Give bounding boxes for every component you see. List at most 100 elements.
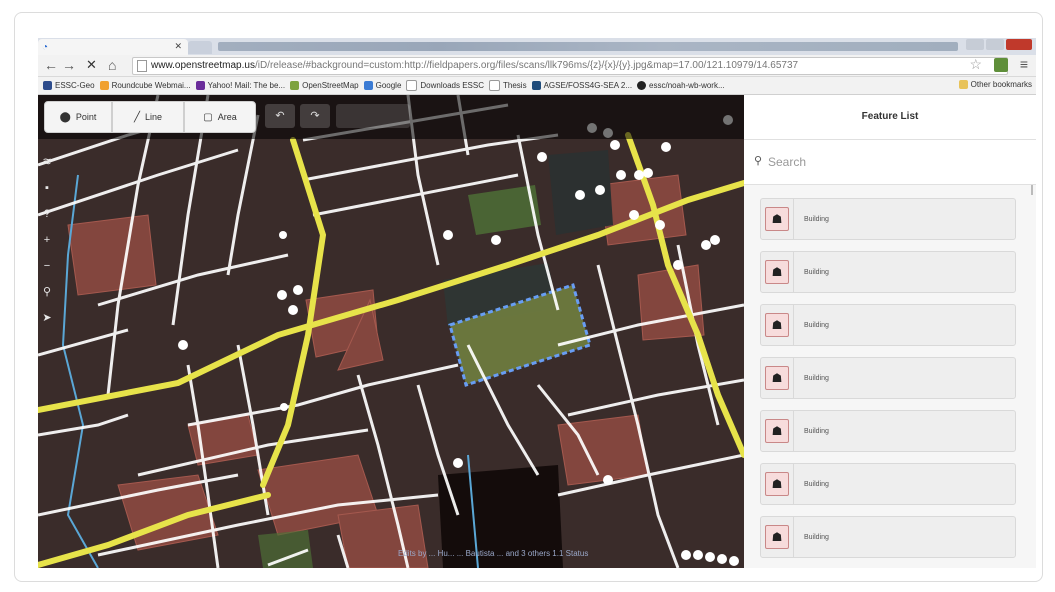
feature-label: Building <box>804 427 829 435</box>
add-line-button[interactable]: ╱ Line <box>112 101 184 133</box>
other-bookmarks[interactable]: Other bookmarks <box>958 80 1032 89</box>
bookmark-item[interactable]: OpenStreetMap <box>290 81 359 90</box>
close-window-button[interactable] <box>1006 39 1032 50</box>
bookmark-label: essc/noah-wb-work... <box>649 81 725 90</box>
extension-icon[interactable] <box>994 58 1008 72</box>
bookmark-label: OpenStreetMap <box>302 81 359 90</box>
bookmark-item[interactable]: AGSE/FOSS4G-SEA 2... <box>531 81 632 90</box>
feature-list: ☗ Building ☗ Building ☗ Building ☗ Build… <box>760 198 1016 568</box>
home-button[interactable]: ⌂ <box>108 57 116 73</box>
browser-window: ◔ ✕ ← → ✕ ⌂ www.openstreetmap.us/iD/rele… <box>38 38 1036 568</box>
maximize-button[interactable] <box>986 39 1004 50</box>
bookmark-favicon <box>406 80 418 91</box>
add-point-button[interactable]: ⬤ Point <box>44 101 112 133</box>
building-icon: ☗ <box>765 313 789 337</box>
bookmark-item[interactable]: Thesis <box>489 80 527 91</box>
search-input[interactable] <box>766 150 1010 174</box>
back-button[interactable]: ← <box>44 57 58 73</box>
feature-list-item[interactable]: ☗ Building <box>760 251 1016 293</box>
area-icon: ▢ <box>203 111 213 123</box>
scrollbar[interactable] <box>1031 185 1033 195</box>
window-controls <box>966 39 1032 50</box>
search-map-icon[interactable]: ⚲ <box>40 285 54 299</box>
address-host: www.openstreetmap.us <box>151 60 255 71</box>
feature-list-item[interactable]: ☗ Building <box>760 198 1016 240</box>
zoom-out-button[interactable]: − <box>40 259 54 273</box>
map-canvas[interactable]: ⬤ Point ╱ Line ▢ Area ↶ ↷ ≋ ▪ ? + − ⚲ ➤ … <box>38 95 744 568</box>
bookmark-item[interactable]: essc/noah-wb-work... <box>637 81 725 90</box>
bookmark-favicon <box>43 81 52 90</box>
building-icon: ☗ <box>765 260 789 284</box>
close-tab-icon[interactable]: ✕ <box>174 41 182 52</box>
new-tab-button[interactable] <box>188 41 212 54</box>
menu-icon[interactable]: ≡ <box>1020 56 1028 72</box>
feature-list-item[interactable]: ☗ Building <box>760 516 1016 558</box>
point-icon: ⬤ <box>59 111 71 123</box>
other-bookmarks-label: Other bookmarks <box>970 80 1032 89</box>
bookmark-favicon <box>195 81 205 90</box>
editor-toolbar: ⬤ Point ╱ Line ▢ Area ↶ ↷ <box>38 95 744 139</box>
map-controls: ≋ ▪ ? + − ⚲ ➤ <box>40 155 54 325</box>
bookmark-label: Google <box>375 81 402 90</box>
feature-list-sidebar: Feature List ⚲ ☗ Building ☗ Building ☗ B… <box>744 95 1036 568</box>
building-icon: ☗ <box>765 207 789 231</box>
point-label: Point <box>75 112 97 122</box>
feature-label: Building <box>804 321 829 329</box>
feature-list-item[interactable]: ☗ Building <box>760 463 1016 505</box>
stop-button[interactable]: ✕ <box>86 57 97 73</box>
feature-icon-box: ☗ <box>761 305 794 345</box>
bookmark-star-icon[interactable]: ☆ <box>969 56 982 73</box>
feature-icon-box: ☗ <box>761 517 794 557</box>
map-data-icon[interactable]: ▪ <box>40 181 54 195</box>
bookmark-label: Yahoo! Mail: The be... <box>207 81 286 90</box>
browser-toolbar: ← → ✕ ⌂ www.openstreetmap.us/iD/release/… <box>38 55 1036 77</box>
feature-list-item[interactable]: ☗ Building <box>760 357 1016 399</box>
github-icon <box>637 81 647 90</box>
forward-button[interactable]: → <box>62 57 76 73</box>
folder-icon <box>958 80 968 89</box>
redo-icon: ↷ <box>310 110 320 122</box>
minimize-button[interactable] <box>966 39 984 50</box>
bookmark-label: Thesis <box>503 81 527 90</box>
bookmark-favicon <box>489 80 500 91</box>
add-feature-modes: ⬤ Point ╱ Line ▢ Area <box>44 101 256 133</box>
bookmark-item[interactable]: ESSC-Geo <box>43 81 95 90</box>
zoom-in-button[interactable]: + <box>40 233 54 247</box>
save-button[interactable] <box>336 104 410 128</box>
help-icon[interactable]: ? <box>40 207 54 221</box>
bookmark-item[interactable]: Roundcube Webmai... <box>99 81 191 90</box>
building-icon: ☗ <box>765 419 789 443</box>
other-tabs[interactable] <box>218 42 958 51</box>
feature-label: Building <box>804 480 829 488</box>
bookmark-favicon <box>290 81 300 90</box>
map-attribution[interactable]: Edits by ... Hu... ... Bautista ... and … <box>398 549 588 558</box>
feature-list-item[interactable]: ☗ Building <box>760 304 1016 346</box>
undo-button[interactable]: ↶ <box>265 104 295 128</box>
bookmark-label: Downloads ESSC <box>420 81 484 90</box>
bookmark-label: Roundcube Webmai... <box>111 81 191 90</box>
line-label: Line <box>145 112 163 122</box>
browser-tab[interactable]: ◔ ✕ <box>38 39 188 55</box>
add-area-button[interactable]: ▢ Area <box>184 101 256 133</box>
address-bar[interactable]: www.openstreetmap.us/iD/release/#backgro… <box>132 57 1008 75</box>
bookmark-favicon <box>363 81 373 90</box>
feature-search[interactable]: ⚲ <box>744 140 1036 185</box>
feature-label: Building <box>804 533 829 541</box>
feature-label: Building <box>804 374 829 382</box>
feature-icon-box: ☗ <box>761 252 794 292</box>
feature-icon-box: ☗ <box>761 411 794 451</box>
feature-icon-box: ☗ <box>761 358 794 398</box>
feature-list-title: Feature List <box>744 95 1036 140</box>
feature-list-item[interactable]: ☗ Building <box>760 410 1016 452</box>
geolocate-icon[interactable]: ➤ <box>40 311 54 325</box>
bookmark-item[interactable]: Google <box>363 81 402 90</box>
area-label: Area <box>217 112 237 122</box>
bookmark-favicon <box>99 81 109 90</box>
bookmark-item[interactable]: Downloads ESSC <box>406 80 484 91</box>
feature-icon-box: ☗ <box>761 199 794 239</box>
redo-button[interactable]: ↷ <box>300 104 330 128</box>
bookmark-item[interactable]: Yahoo! Mail: The be... <box>195 81 286 90</box>
feature-icon-box: ☗ <box>761 464 794 504</box>
page-icon <box>137 60 147 72</box>
layers-icon[interactable]: ≋ <box>40 155 54 169</box>
